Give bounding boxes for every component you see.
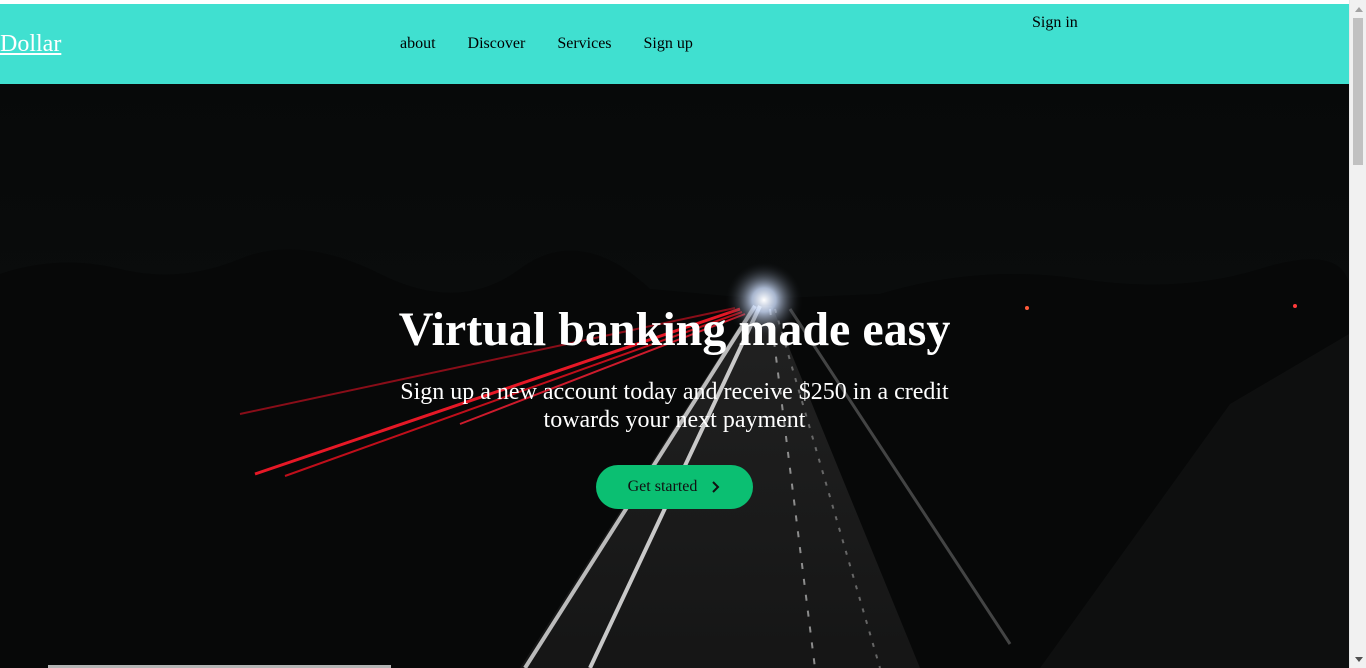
nav-link-about[interactable]: about	[400, 36, 436, 52]
scroll-down-icon[interactable]	[1350, 651, 1366, 668]
nav-link-discover[interactable]: Discover	[468, 36, 526, 52]
nav-link-services[interactable]: Services	[557, 36, 611, 52]
hero-content: Virtual banking made easy Sign up a new …	[0, 84, 1349, 668]
scrollbar-thumb[interactable]	[1353, 18, 1363, 165]
signin-link[interactable]: Sign in	[1032, 15, 1078, 31]
page: Dollar about Discover Services Sign up S…	[0, 0, 1349, 668]
nav-link-signup[interactable]: Sign up	[644, 36, 693, 52]
navbar: Dollar about Discover Services Sign up S…	[0, 4, 1349, 84]
chevron-right-icon	[712, 481, 720, 493]
get-started-label: Get started	[627, 478, 698, 495]
vertical-scrollbar[interactable]	[1349, 0, 1366, 668]
hero-title: Virtual banking made easy	[398, 303, 951, 356]
nav-links: about Discover Services Sign up	[400, 36, 725, 52]
hero-subtitle: Sign up a new account today and receive …	[400, 379, 949, 433]
logo-link[interactable]: Dollar	[0, 32, 61, 56]
hero-section: Virtual banking made easy Sign up a new …	[0, 84, 1349, 668]
scroll-up-icon[interactable]	[1350, 0, 1366, 17]
get-started-button[interactable]: Get started	[596, 465, 753, 509]
